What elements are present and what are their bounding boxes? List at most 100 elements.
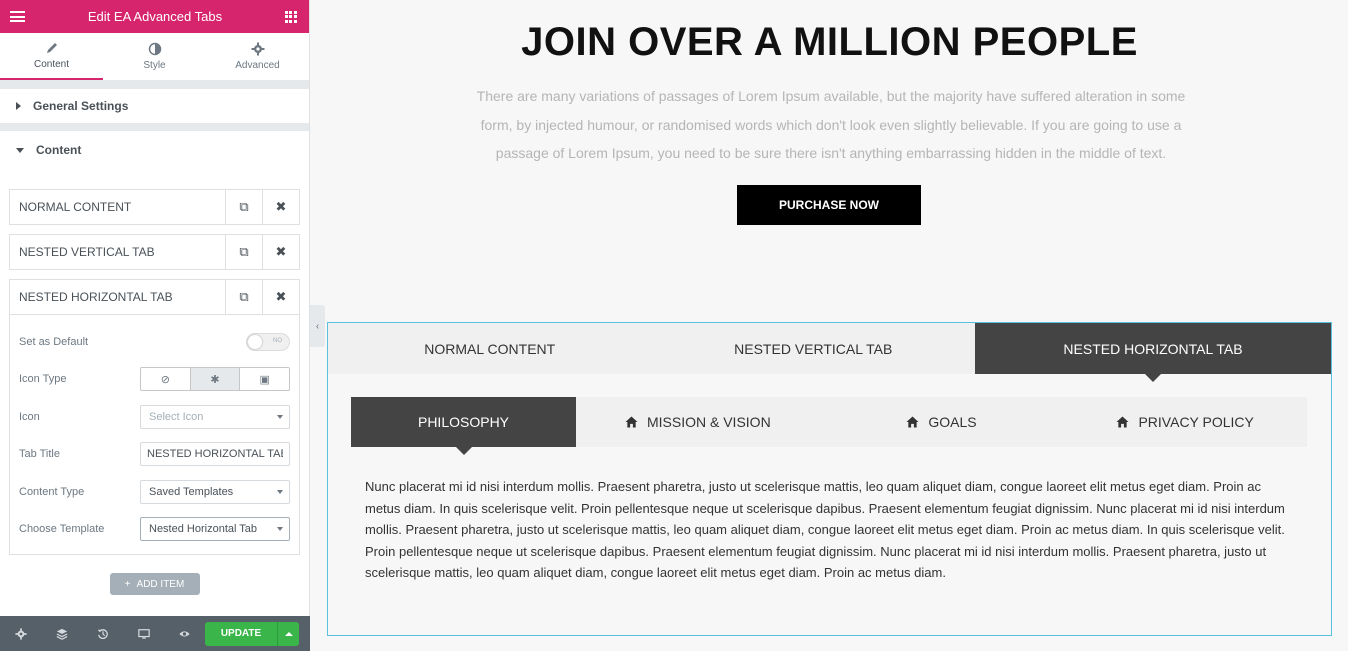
history-icon[interactable] <box>82 616 123 651</box>
eye-icon <box>179 630 190 637</box>
hero-title: JOIN OVER A MILLION PEOPLE <box>521 20 1138 64</box>
duplicate-icon[interactable]: ⧉ <box>225 280 262 314</box>
divider <box>0 81 309 89</box>
tab-mission-vision-label: MISSION & VISION <box>646 414 771 430</box>
tab-philosophy[interactable]: PHILOSOPHY <box>351 397 576 455</box>
content-type-value: Saved Templates <box>149 485 234 498</box>
repeater-item-title[interactable]: NESTED VERTICAL TAB <box>10 235 225 269</box>
update-button-group: UPDATE <box>205 621 299 646</box>
tab-mission-vision[interactable]: MISSION & VISION <box>576 397 820 447</box>
monitor-icon <box>137 628 150 639</box>
divider <box>0 123 309 131</box>
tab-style[interactable]: Style <box>103 33 206 80</box>
icon-type-choices: ⊘ ✱ ▣ <box>140 367 290 392</box>
tab-title-input[interactable] <box>140 442 290 467</box>
template-select[interactable]: Nested Horizontal Tab <box>140 517 290 542</box>
section-content-label: Content <box>36 143 82 157</box>
tab-philosophy-label: PHILOSOPHY <box>417 414 510 430</box>
add-item-button[interactable]: + ADD ITEM <box>109 573 200 595</box>
section-content[interactable]: Content <box>0 131 309 169</box>
tab-goals-label: GOALS <box>928 414 977 430</box>
outer-tab-bar: NORMAL CONTENT NESTED VERTICAL TAB NESTE… <box>328 323 1331 382</box>
preview-canvas: JOIN OVER A MILLION PEOPLE There are man… <box>311 0 1348 651</box>
history-icon-svg <box>97 628 108 639</box>
panel-footer: UPDATE <box>0 616 310 651</box>
toggle-knob <box>248 334 262 349</box>
image-icon[interactable]: ▣ <box>240 368 289 390</box>
hero-description: There are many variations of passages of… <box>476 88 1186 161</box>
add-item-label: ADD ITEM <box>136 578 185 590</box>
tab-advanced[interactable]: Advanced <box>206 33 309 80</box>
control-choose-template: Choose Template Nested Horizontal Tab <box>19 511 290 549</box>
remove-icon[interactable]: ✖ <box>262 190 299 224</box>
panel-header: Edit EA Advanced Tabs <box>0 0 309 33</box>
none-icon[interactable]: ⊘ <box>141 368 191 391</box>
gear-icon <box>14 627 27 640</box>
panel-tabs: Content Style Advanced <box>0 33 309 81</box>
tab-content[interactable]: Content <box>0 33 103 80</box>
update-options-icon[interactable] <box>277 621 299 646</box>
tab-style-label: Style <box>143 60 166 71</box>
caret-right-icon <box>16 102 21 110</box>
tab-privacy-policy-label: PRIVACY POLICY <box>1138 414 1254 430</box>
tab-advanced-label: Advanced <box>235 60 280 71</box>
icon-select[interactable]: Select Icon <box>140 404 290 429</box>
control-set-default: Set as Default NO <box>19 323 290 361</box>
caret-up-icon <box>284 631 293 636</box>
icon-type-label: Icon Type <box>19 373 67 386</box>
control-icon-type: Icon Type ⊘ ✱ ▣ <box>19 361 290 399</box>
repeater-item-title[interactable]: NESTED HORIZONTAL TAB <box>10 280 225 314</box>
preview-eye-icon[interactable] <box>164 616 205 651</box>
settings-icon[interactable] <box>0 616 41 651</box>
duplicate-icon[interactable]: ⧉ <box>225 190 262 224</box>
tab-title-label: Tab Title <box>19 448 60 461</box>
template-value: Nested Horizontal Tab <box>149 523 258 536</box>
home-icon <box>1116 416 1129 428</box>
set-default-toggle[interactable]: NO <box>246 332 290 351</box>
widgets-grid-icon[interactable] <box>284 10 297 23</box>
tab-goals[interactable]: GOALS <box>820 397 1064 447</box>
section-general-settings[interactable]: General Settings <box>0 89 309 123</box>
half-circle-icon <box>148 42 161 56</box>
pencil-icon <box>46 43 57 53</box>
home-icon <box>625 416 638 428</box>
responsive-desktop-icon[interactable] <box>123 616 164 651</box>
add-item-row: + ADD ITEM <box>0 573 309 595</box>
advanced-tabs-widget: NORMAL CONTENT NESTED VERTICAL TAB NESTE… <box>327 322 1332 636</box>
repeater-item: NESTED HORIZONTAL TAB ⧉ ✖ <box>9 279 300 315</box>
tab-privacy-policy[interactable]: PRIVACY POLICY <box>1063 397 1307 447</box>
content-type-select[interactable]: Saved Templates <box>140 479 290 504</box>
repeater-item: NESTED VERTICAL TAB ⧉ ✖ <box>9 234 300 270</box>
section-general-label: General Settings <box>33 99 129 113</box>
tab-content-label: Content <box>33 59 70 70</box>
chevron-down-icon <box>277 527 283 532</box>
content-type-label: Content Type <box>19 485 85 498</box>
update-button[interactable]: UPDATE <box>205 621 277 646</box>
set-default-label: Set as Default <box>19 335 89 348</box>
tabs-repeater: NORMAL CONTENT ⧉ ✖ NESTED VERTICAL TAB ⧉… <box>9 189 300 555</box>
repeater-item-settings: Set as Default NO Icon Type ⊘ ✱ ▣ Icon S… <box>9 315 300 555</box>
chevron-down-icon <box>277 489 283 494</box>
control-content-type: Content Type Saved Templates <box>19 473 290 511</box>
hamburger-menu-icon[interactable] <box>10 11 25 22</box>
remove-icon[interactable]: ✖ <box>262 280 299 314</box>
tab-content-text: Nunc placerat mi id nisi interdum mollis… <box>365 479 1285 580</box>
navigator-layers-icon[interactable] <box>41 616 82 651</box>
purchase-now-button[interactable]: PURCHASE NOW <box>737 185 921 225</box>
repeater-item: NORMAL CONTENT ⧉ ✖ <box>9 189 300 225</box>
icon-choice-gear-icon[interactable]: ✱ <box>190 368 241 391</box>
chevron-down-icon <box>277 414 283 419</box>
repeater-item-title[interactable]: NORMAL CONTENT <box>10 190 225 224</box>
remove-icon[interactable]: ✖ <box>262 235 299 269</box>
icon-select-placeholder: Select Icon <box>149 410 204 423</box>
template-label: Choose Template <box>19 523 105 536</box>
panel-title: Edit EA Advanced Tabs <box>87 9 223 24</box>
tab-nested-horizontal[interactable]: NESTED HORIZONTAL TAB <box>975 323 1331 382</box>
duplicate-icon[interactable]: ⧉ <box>225 235 262 269</box>
plus-icon: + <box>124 578 131 590</box>
editor-panel: Edit EA Advanced Tabs Content Style Adva… <box>0 0 310 651</box>
toggle-text: NO <box>273 337 282 344</box>
caret-down-icon <box>16 147 24 153</box>
tab-normal-content[interactable]: NORMAL CONTENT <box>328 323 652 374</box>
tab-nested-vertical[interactable]: NESTED VERTICAL TAB <box>652 323 976 374</box>
